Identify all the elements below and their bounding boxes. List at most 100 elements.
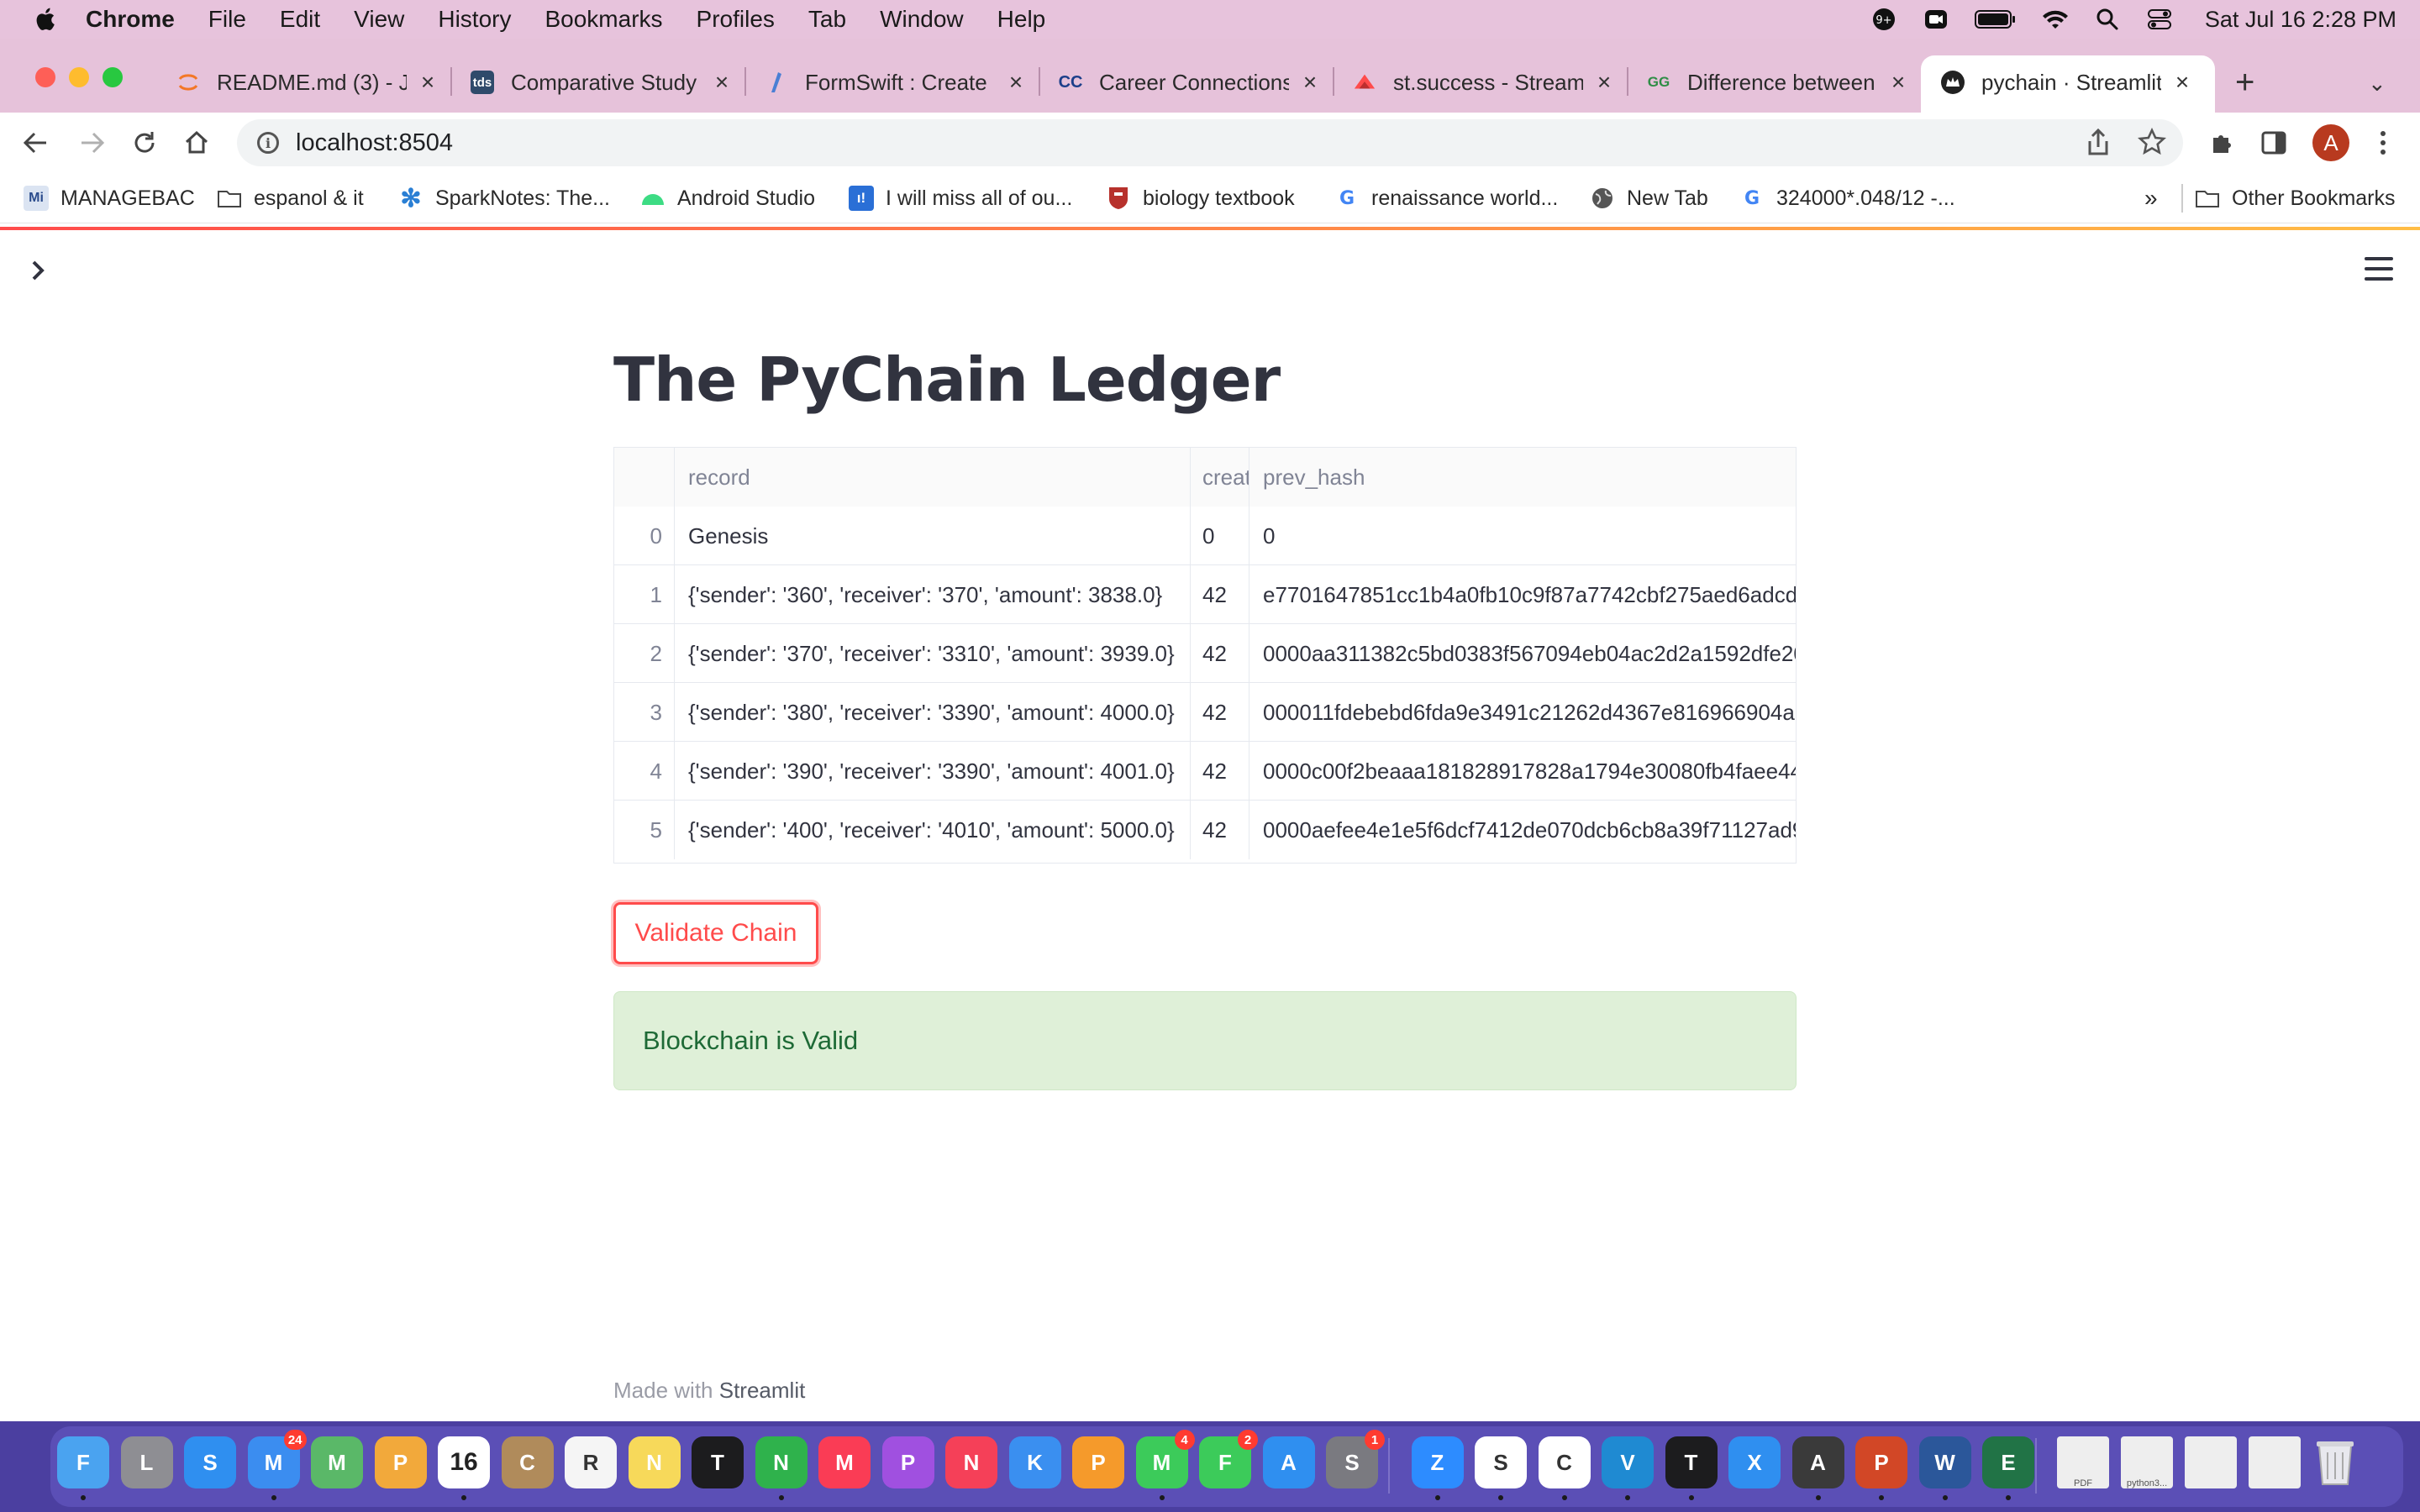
news-icon[interactable]: N [945,1436,997,1488]
prev-hash-cell[interactable]: 0000c00f2beaaa181828917828a1794e30080fb4… [1249,742,1796,801]
bookmark-android-studio[interactable]: Android Studio [640,181,815,215]
table-row[interactable]: 2 {'sender': '370', 'receiver': '3310', … [614,624,1796,683]
system-preferences-icon[interactable]: S1 [1326,1430,1385,1488]
document-stack-icon[interactable] [2249,1436,2301,1488]
reminders-icon[interactable]: R [565,1436,617,1488]
bookmark-sparknotes[interactable]: ✻ SparkNotes: The... [398,181,610,215]
silhouette-icon[interactable]: A [1791,1436,1844,1488]
maps-icon[interactable]: M [311,1436,363,1488]
record-cell[interactable]: {'sender': '390', 'receiver': '3390', 'a… [675,742,1191,801]
menu-tab[interactable]: Tab [808,6,846,33]
bookmarks-overflow-button[interactable]: » [2144,181,2158,215]
document-stack-icon[interactable] [2185,1436,2237,1488]
word-icon[interactable]: W [1918,1436,1971,1488]
record-cell[interactable]: {'sender': '370', 'receiver': '3310', 'a… [675,624,1191,683]
extensions-puzzle-icon[interactable] [2205,126,2238,160]
tab-st-success[interactable]: st.success - Stream × [1353,60,1615,104]
tab-search-chevron-icon[interactable]: ⌄ [2368,71,2386,97]
profile-avatar[interactable]: A [2312,124,2349,161]
record-cell[interactable]: {'sender': '400', 'receiver': '4010', 'a… [675,801,1191,859]
wifi-icon[interactable] [2042,6,2069,33]
bookmark-biology-textbook[interactable]: biology textbook [1106,181,1295,215]
side-panel-icon[interactable] [2257,126,2291,160]
messages-icon[interactable]: M4 [1135,1430,1195,1488]
bookmark-renaissance[interactable]: G renaissance world... [1334,181,1558,215]
tab-readme[interactable]: README.md (3) - J × [176,60,439,104]
chrome-menu-kebab-icon[interactable] [2366,126,2400,160]
bookmark-espanol[interactable]: espanol & it [217,181,364,215]
tab-difference-between[interactable]: GG Difference between × [1647,60,1909,104]
creator-id-cell[interactable]: 42 [1191,801,1249,859]
bookmark-star-icon[interactable] [2137,127,2167,163]
reload-icon[interactable] [128,126,161,160]
keynote-icon[interactable]: K [1008,1436,1061,1488]
menu-window[interactable]: Window [880,6,964,33]
ledger-dataframe[interactable]: record creat prev_hash 0 Genesis 0 0 1 {… [613,447,1797,864]
menu-file[interactable]: File [208,6,246,33]
slack-icon[interactable]: S [1475,1436,1527,1488]
terminal-icon[interactable]: T [1665,1436,1718,1488]
calendar-icon[interactable]: 16 [438,1436,490,1488]
address-bar[interactable]: i localhost:8504 [237,119,2183,166]
safari-icon[interactable]: S [184,1436,236,1488]
xcode-icon[interactable]: X [1728,1436,1781,1488]
tab-close-icon[interactable]: × [1005,69,1027,96]
record-cell[interactable]: {'sender': '360', 'receiver': '370', 'am… [675,565,1191,624]
tab-pychain-active[interactable]: pychain · Streamlit × [1941,60,2193,104]
menubar-clock[interactable]: Sat Jul 16 2:28 PM [2205,7,2396,33]
bookmark-new-tab[interactable]: New Tab [1590,181,1708,215]
zoom-app-icon[interactable]: Z [1411,1436,1464,1488]
excel-icon[interactable]: E [1982,1436,2034,1488]
window-stack-icon[interactable]: python3... [2121,1436,2173,1488]
minimize-window-icon[interactable] [69,67,89,87]
spotlight-icon[interactable] [2094,6,2121,33]
creator-id-cell[interactable]: 42 [1191,624,1249,683]
numbers-icon[interactable]: N [755,1436,808,1488]
control-center-icon[interactable] [2146,6,2173,33]
site-info-icon[interactable]: i [257,132,279,154]
creator-column-header[interactable]: creat [1191,448,1249,507]
bookmark-calculation[interactable]: G 324000*.048/12 -... [1739,181,1955,215]
creator-id-cell[interactable]: 42 [1191,565,1249,624]
record-cell[interactable]: Genesis [675,507,1191,565]
bookmark-i-will-miss[interactable]: ı! I will miss all of ou... [849,181,1072,215]
creator-id-cell[interactable]: 42 [1191,683,1249,742]
apple-logo-icon[interactable] [32,5,60,34]
menu-help[interactable]: Help [997,6,1046,33]
prev-hash-cell[interactable]: 0 [1249,507,1796,565]
chrome-icon[interactable]: C [1538,1436,1591,1488]
tab-close-icon[interactable]: × [2171,69,2193,96]
table-row[interactable]: 0 Genesis 0 0 [614,507,1796,565]
tab-close-icon[interactable]: × [417,69,439,96]
launchpad-icon[interactable]: L [120,1436,173,1488]
menu-app-name[interactable]: Chrome [86,6,175,33]
app-store-icon[interactable]: A [1262,1436,1315,1488]
sidebar-expand-chevron-icon[interactable] [30,257,47,290]
creator-id-cell[interactable]: 42 [1191,742,1249,801]
zoom-window-icon[interactable] [103,67,123,87]
footer-streamlit-link[interactable]: Streamlit [719,1378,806,1403]
close-window-icon[interactable] [35,67,55,87]
record-column-header[interactable]: record [675,448,1191,507]
music-icon[interactable]: M [818,1436,871,1488]
back-arrow-icon[interactable] [18,126,52,160]
prev-hash-cell[interactable]: 000011fdebebd6fda9e3491c21262d4367e81696… [1249,683,1796,742]
podcasts-icon[interactable]: P [881,1436,934,1488]
menu-bookmarks[interactable]: Bookmarks [544,6,662,33]
contacts-icon[interactable]: C [501,1436,554,1488]
tab-career-connections[interactable]: CC Career Connections × [1059,60,1321,104]
prev-hash-cell[interactable]: 0000aefee4e1e5f6dcf7412de070dcb6cb8a39f7… [1249,801,1796,859]
share-icon[interactable] [2086,128,2111,163]
trash-icon[interactable] [2309,1436,2361,1488]
facetime-icon[interactable]: F2 [1199,1430,1258,1488]
menu-history[interactable]: History [438,6,511,33]
screen-time-icon[interactable]: 9+ [1870,6,1897,33]
document-stack-icon[interactable]: PDF [2057,1436,2109,1488]
prev-hash-cell[interactable]: 0000aa311382c5bd0383f567094eb04ac2d2a159… [1249,624,1796,683]
other-bookmarks-folder[interactable]: Other Bookmarks [2195,181,2396,215]
photos-icon[interactable]: P [374,1436,427,1488]
mail-icon[interactable]: M 24 [247,1430,307,1488]
prev-hash-cell[interactable]: e7701647851cc1b4a0fb10c9f87a7742cbf275ae… [1249,565,1796,624]
tv-icon[interactable]: T [692,1436,744,1488]
menu-view[interactable]: View [354,6,404,33]
